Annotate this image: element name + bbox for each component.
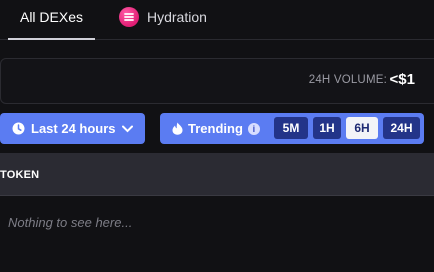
trend-option-1h[interactable]: 1H (313, 117, 341, 139)
table-header: TOKEN (0, 153, 434, 196)
trending-filter: Trending i 5M 1H 6H 24H (160, 113, 424, 144)
volume-label: 24H VOLUME: (308, 74, 387, 86)
trending-label: Trending (188, 121, 243, 136)
volume-panel: 24H VOLUME: <$1 (0, 58, 434, 104)
dex-tabs: All DEXes Hydration (0, 0, 434, 40)
trend-option-24h[interactable]: 24H (383, 117, 420, 139)
hydration-logo-icon (119, 7, 139, 27)
flame-icon (172, 122, 183, 135)
chevron-down-icon (121, 125, 133, 133)
tab-hydration-label: Hydration (147, 9, 207, 25)
time-range-dropdown[interactable]: Last 24 hours (0, 113, 145, 144)
tab-hydration[interactable]: Hydration (119, 0, 207, 40)
column-header-token[interactable]: TOKEN (0, 169, 39, 181)
trend-option-6h[interactable]: 6H (346, 117, 378, 139)
dex-screener-panel: All DEXes Hydration 24H VOLUME: <$1 Last… (0, 0, 434, 272)
empty-state-message: Nothing to see here... (8, 215, 133, 230)
tab-all-dexes[interactable]: All DEXes (8, 0, 95, 40)
time-range-label: Last 24 hours (31, 121, 116, 136)
clock-icon (12, 122, 25, 135)
trend-option-5m[interactable]: 5M (274, 117, 308, 139)
info-icon[interactable]: i (247, 122, 260, 135)
volume-value: <$1 (389, 71, 415, 88)
